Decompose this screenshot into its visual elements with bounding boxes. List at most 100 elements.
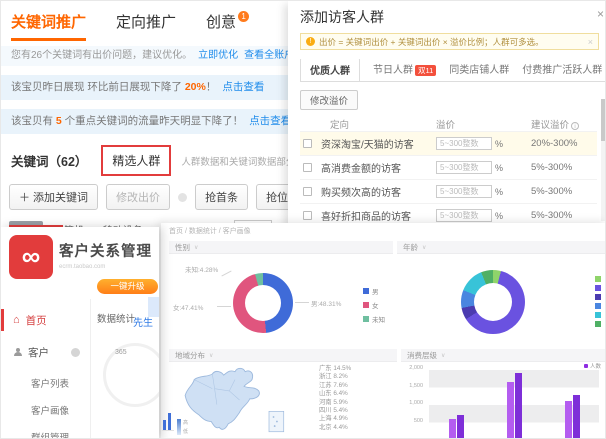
scrollbar-thumb[interactable] xyxy=(601,99,606,141)
row-checkbox[interactable] xyxy=(303,163,312,172)
nav-tab-0[interactable]: 关键词推广 xyxy=(11,11,86,41)
premium-input[interactable]: 5~300整数 xyxy=(436,209,492,222)
gender-panel-title: 性别 xyxy=(175,242,190,253)
active-indicator xyxy=(1,309,4,331)
screenshot-collage: 关键词推广定向推广创意1 您有26个关键词有出价问题，建议优化。立即优化查看全账… xyxy=(0,0,606,439)
premium-cell: 5~300整数% xyxy=(436,209,531,222)
row-checkbox[interactable] xyxy=(303,187,312,196)
audience-tab-2[interactable]: 同类店铺人群 xyxy=(449,61,509,81)
legend-item xyxy=(595,285,601,291)
traffic-drop-notice: 该宝贝有 5 个重点关键词的流量昨天明显下降了！点击查看 xyxy=(1,109,301,134)
legend-swatch xyxy=(363,302,369,308)
gender-donut-chart xyxy=(233,273,293,333)
region-panel: 地域分布∨ 广东 14.5%浙江 8.2%江苏 7.6%山东 6.4%河南 5.… xyxy=(169,349,397,439)
sidebar-item-1[interactable]: 客户 xyxy=(1,341,90,363)
legend-item: 男 xyxy=(363,286,385,296)
percent-sign: % xyxy=(495,139,503,149)
audience-tab-1[interactable]: 节日人群双11 xyxy=(373,61,436,81)
legend-high: 高 xyxy=(183,419,188,426)
optimize-now-link[interactable]: 立即优化 xyxy=(198,50,238,61)
keyword-subtabs: 关键词（62） 精选人群 人群数据和关键词数据部分数据重合 xyxy=(1,145,301,176)
sidebar-subitem-4[interactable]: 群组管理 xyxy=(1,430,90,439)
bar-group-2-series-0 xyxy=(565,401,572,439)
suggested-premium: 20%-300% xyxy=(531,138,597,149)
collapse-toggle-icon[interactable] xyxy=(71,348,80,357)
legend-item xyxy=(595,321,601,327)
premium-formula-text: 出价 = 关键词出价 + 关键词出价 × 溢价比例；人群可多选。 xyxy=(319,36,544,48)
consume-legend: 人数 xyxy=(584,362,601,370)
chevron-down-icon: ∨ xyxy=(194,244,198,251)
col-target: 定向 xyxy=(300,117,436,131)
percent-sign: % xyxy=(495,211,503,221)
crm-title-block: 客户关系管理 ecrm.taobao.com xyxy=(59,240,152,270)
audience-category-tabs: 优质人群节日人群双11同类店铺人群付费推广活跃人群天气人群人口属性人群 xyxy=(300,59,606,82)
tab-keywords-count[interactable]: 关键词（62） xyxy=(11,151,87,170)
audience-name: 高消费金额的访客 xyxy=(321,160,436,175)
modify-bid-button[interactable]: 修改出价 xyxy=(106,184,170,210)
click-view-link-2[interactable]: 点击查看 xyxy=(249,115,291,127)
audience-row-0: 资深淘宝/天猫的访客5~300整数% 20%-300% xyxy=(300,131,597,155)
tab-selected-audience-annotated[interactable]: 精选人群 xyxy=(101,145,171,176)
region-panel-title: 地域分布 xyxy=(175,350,205,361)
bar-group-0-series-1 xyxy=(457,415,464,439)
notice-close-icon[interactable]: × xyxy=(588,37,593,47)
age-donut-chart xyxy=(461,270,525,334)
callout-line xyxy=(217,306,231,307)
crm-dashboard: 首页 / 数据统计 / 客户画像 性别 ∨ 未知:4.28% 女:47.41% 男… xyxy=(161,223,606,439)
premium-cell: 5~300整数% xyxy=(436,185,531,198)
legend-low: 低 xyxy=(183,428,188,435)
grab-first-button[interactable]: 抢首条 xyxy=(195,184,248,210)
crm-window: ∞ 客户关系管理 ecrm.taobao.com 一键升级 ⌂首页客户客户列表客… xyxy=(1,227,159,439)
crm-sidebar: ⌂首页客户客户列表客户画像群组管理会员 xyxy=(1,299,91,439)
y-tick: 1,500 xyxy=(409,383,423,389)
keyword-promotion-panel: 关键词推广定向推广创意1 您有26个关键词有出价问题，建议优化。立即优化查看全账… xyxy=(1,1,301,233)
mini-bar xyxy=(168,413,171,430)
audience-row-2: 购买频次高的访客5~300整数%5%-300% xyxy=(300,179,597,203)
scrollbar[interactable] xyxy=(601,99,606,221)
sidebar-item-0[interactable]: ⌂首页 xyxy=(1,309,90,331)
sidebar-subitem-2[interactable]: 客户列表 xyxy=(1,376,90,390)
premium-cell: 5~300整数% xyxy=(436,161,531,174)
gender-callout-unknown: 未知:4.28% xyxy=(185,264,218,274)
premium-input[interactable]: 5~300整数 xyxy=(436,137,492,150)
legend-item xyxy=(595,276,601,282)
nav-tab-2[interactable]: 创意1 xyxy=(206,11,249,38)
age-panel-title: 年龄 xyxy=(403,242,418,253)
consume-panel-title: 消费层级 xyxy=(407,350,437,361)
bar-group-0-series-0 xyxy=(449,419,456,439)
breadcrumb: 首页 / 数据统计 / 客户画像 xyxy=(169,226,251,236)
promo-badge: 双11 xyxy=(415,65,436,76)
row-checkbox[interactable] xyxy=(303,139,312,148)
info-icon: i xyxy=(571,122,579,130)
premium-input[interactable]: 5~300整数 xyxy=(436,161,492,174)
consume-bar-chart xyxy=(429,370,599,439)
gender-callout-female: 女:47.41% xyxy=(173,302,203,312)
age-panel-header: 年龄∨ xyxy=(397,241,606,254)
click-view-link-1[interactable]: 点击查看 xyxy=(222,81,264,93)
audience-name: 资深淘宝/天猫的访客 xyxy=(321,136,436,151)
add-keyword-button[interactable]: ＋ 添加关键词 xyxy=(9,184,98,210)
suggested-premium: 5%-300% xyxy=(531,210,597,221)
legend-item: 未知 xyxy=(363,314,385,324)
gauge-ring xyxy=(103,343,159,407)
region-panel-header: 地域分布∨ xyxy=(169,349,397,362)
one-click-upgrade-button[interactable]: 一键升级 xyxy=(97,279,158,294)
modify-premium-button[interactable]: 修改溢价 xyxy=(300,90,358,110)
bar-group-2-series-1 xyxy=(573,395,580,439)
gender-panel: 性别∨ 未知:4.28% 女:47.41% 男:48.31% 男女未知 xyxy=(169,241,393,345)
warning-icon: ! xyxy=(306,37,315,46)
y-tick: 500 xyxy=(414,418,423,424)
premium-input[interactable]: 5~300整数 xyxy=(436,185,492,198)
audience-tab-3[interactable]: 付费推广活跃人群 xyxy=(522,61,602,81)
china-map-shape[interactable] xyxy=(185,368,259,429)
callout-line xyxy=(221,270,231,276)
user-greeting: 先生 xyxy=(133,314,153,329)
legend-dot-icon xyxy=(584,364,588,368)
nav-tab-1[interactable]: 定向推广 xyxy=(116,11,176,38)
audience-tab-0[interactable]: 优质人群 xyxy=(300,59,360,82)
sidebar-subitem-3[interactable]: 客户画像 xyxy=(1,403,90,417)
dialog-close-icon[interactable]: × xyxy=(597,7,604,21)
person-icon xyxy=(13,348,22,357)
row-checkbox[interactable] xyxy=(303,211,312,220)
display-drop-percent: 20% xyxy=(185,81,206,93)
